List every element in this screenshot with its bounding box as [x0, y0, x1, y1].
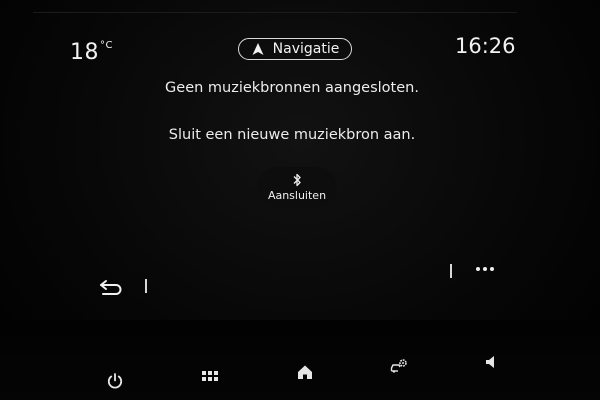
- vehicle-settings-icon: [390, 359, 407, 373]
- home-icon: [298, 365, 312, 379]
- temperature-unit: °C: [100, 40, 113, 51]
- outside-temperature: 18°C: [70, 40, 112, 65]
- volume-button[interactable]: [478, 349, 504, 375]
- toolbar-divider-right: [450, 264, 452, 278]
- more-dots-icon: [476, 267, 494, 271]
- back-button[interactable]: [98, 276, 126, 298]
- apps-button[interactable]: [197, 363, 223, 389]
- connect-button[interactable]: Aansluiten: [257, 167, 337, 207]
- temperature-value: 18: [70, 40, 99, 65]
- volume-icon: [486, 356, 494, 368]
- home-button[interactable]: [292, 359, 318, 385]
- connect-button-label: Aansluiten: [267, 188, 327, 202]
- no-sources-message: Geen muziekbronnen aangesloten.: [165, 80, 419, 96]
- apps-grid-icon: [202, 371, 218, 381]
- navigation-arrow-icon: [252, 43, 264, 55]
- bluetooth-icon: [293, 173, 301, 186]
- vehicle-settings-button[interactable]: [386, 353, 412, 379]
- navigation-button[interactable]: Navigatie: [238, 38, 352, 60]
- clock: 16:26: [455, 34, 516, 58]
- bottom-navigation-bar: [0, 320, 600, 400]
- toolbar-divider-left: [145, 279, 147, 293]
- back-arrow-icon: [100, 280, 122, 295]
- screen-bezel: [33, 0, 517, 13]
- power-icon: [107, 373, 123, 389]
- infotainment-screen: 18°C Navigatie 16:26 Geen muziekbronnen …: [0, 0, 600, 400]
- navigation-label: Navigatie: [272, 41, 340, 57]
- connect-source-hint: Sluit een nieuwe muziekbron aan.: [168, 127, 416, 143]
- more-options-button[interactable]: [473, 262, 497, 276]
- power-button[interactable]: [102, 368, 128, 394]
